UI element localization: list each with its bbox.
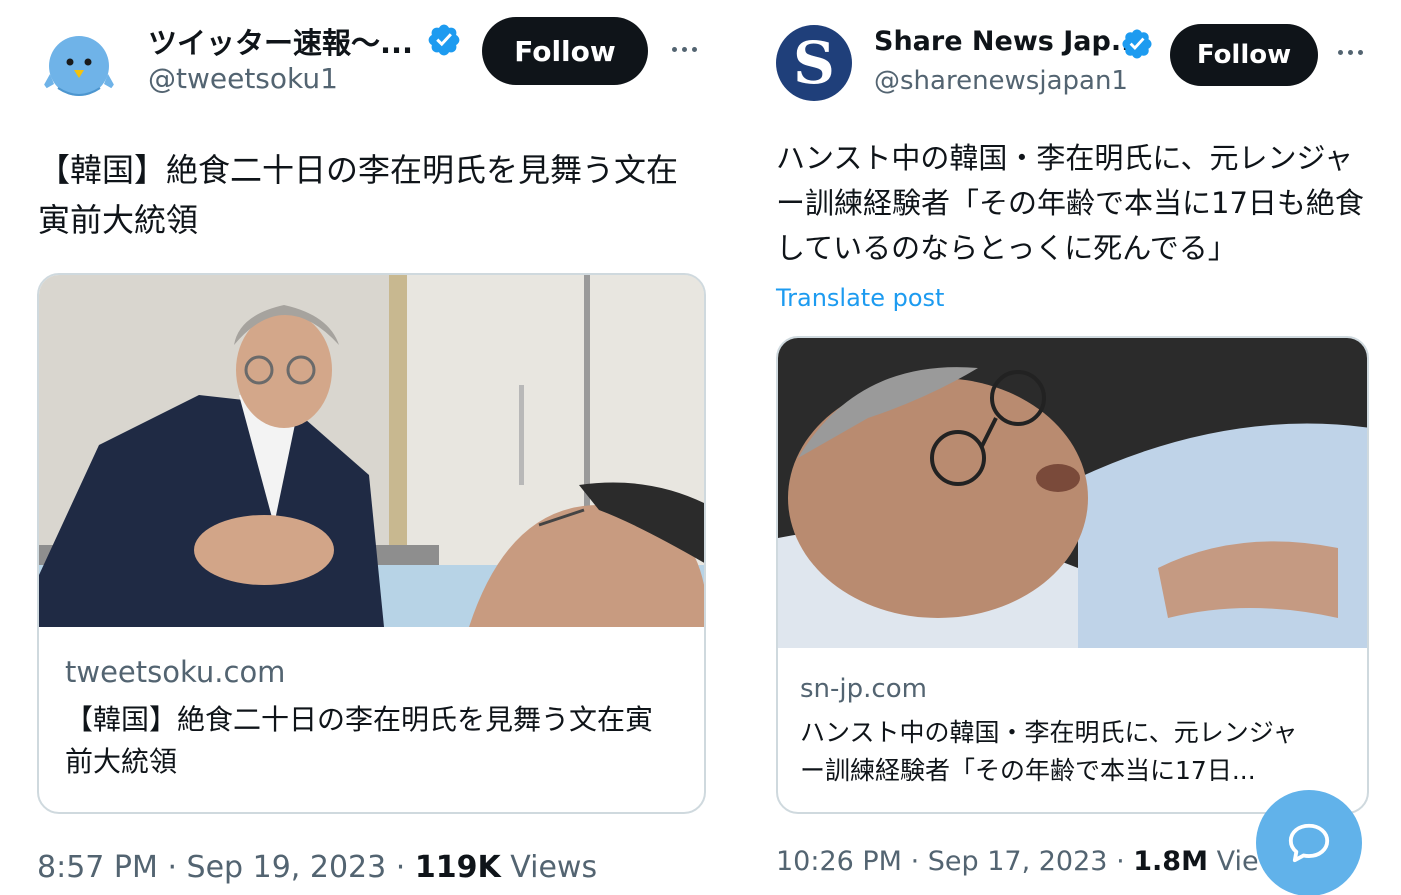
more-options-icon[interactable] xyxy=(672,47,697,52)
chat-bubble-icon xyxy=(1288,823,1330,863)
avatar-letter: S xyxy=(793,29,835,97)
views-label: Views xyxy=(510,850,598,885)
separator: · xyxy=(395,850,406,885)
card-image xyxy=(778,338,1367,648)
display-name[interactable]: ツイッター速報〜... xyxy=(148,20,413,62)
tweet-time[interactable]: 10:26 PM xyxy=(776,846,902,877)
more-options-icon[interactable] xyxy=(1338,50,1363,55)
verified-badge-icon xyxy=(1122,29,1152,59)
tweet-2: S Share News Jap... @sharenewsjapan1 Fol… xyxy=(740,0,1401,895)
card-domain: tweetsoku.com xyxy=(65,655,286,689)
views-count: 119K xyxy=(414,850,501,885)
follow-button[interactable]: Follow xyxy=(482,17,648,85)
tweet-text: 【韓国】絶食二十日の李在明氏を見舞う文在寅前大統領 xyxy=(38,151,679,239)
bird-avatar-icon xyxy=(40,36,118,96)
card-image xyxy=(39,275,704,627)
card-domain: sn-jp.com xyxy=(800,674,927,704)
link-card[interactable]: tweetsoku.com 【韓国】絶食二十日の李在明氏を見舞う文在寅前大統領 xyxy=(37,273,706,814)
verified-badge-icon xyxy=(428,24,460,56)
avatar-bird[interactable] xyxy=(38,22,120,104)
translate-post-link[interactable]: Translate post xyxy=(776,284,944,312)
separator: · xyxy=(1116,846,1125,877)
messages-fab[interactable] xyxy=(1256,790,1362,895)
handle: @sharenewsjapan1 xyxy=(874,66,1128,96)
link-card[interactable]: sn-jp.com ハンスト中の韓国・李在明氏に、元レンジャー訓練経験者「その年… xyxy=(776,336,1369,814)
hospital-visit-photo xyxy=(39,275,704,627)
card-title: 【韓国】絶食二十日の李在明氏を見舞う文在寅前大統領 xyxy=(65,703,654,778)
tweet-time[interactable]: 8:57 PM xyxy=(37,850,158,885)
hospital-bed-photo xyxy=(778,338,1367,648)
separator: · xyxy=(167,850,177,885)
display-name[interactable]: Share News Jap... xyxy=(874,26,1142,57)
tweet-date[interactable]: Sep 19, 2023 xyxy=(187,850,387,885)
tweet-meta: 10:26 PM · Sep 17, 2023 · 1.8M Views xyxy=(776,846,1295,877)
tweet-meta: 8:57 PM · Sep 19, 2023 · 119K Views xyxy=(37,850,597,885)
avatar-sharenews[interactable]: S xyxy=(776,25,852,101)
handle: @tweetsoku1 xyxy=(148,62,338,95)
separator: · xyxy=(910,846,920,877)
tweet-date[interactable]: Sep 17, 2023 xyxy=(928,846,1108,877)
views-count: 1.8M xyxy=(1133,846,1208,877)
card-title: ハンスト中の韓国・李在明氏に、元レンジャー訓練経験者「その年齢で本当に17日..… xyxy=(800,718,1298,785)
tweet-1: ツイッター速報〜... @tweetsoku1 Follow 【韓国】絶食二十日… xyxy=(0,0,730,895)
tweet-text: ハンスト中の韓国・李在明氏に、元レンジャー訓練経験者「その年齢で本当に17日も絶… xyxy=(776,141,1364,265)
follow-button[interactable]: Follow xyxy=(1170,24,1318,86)
